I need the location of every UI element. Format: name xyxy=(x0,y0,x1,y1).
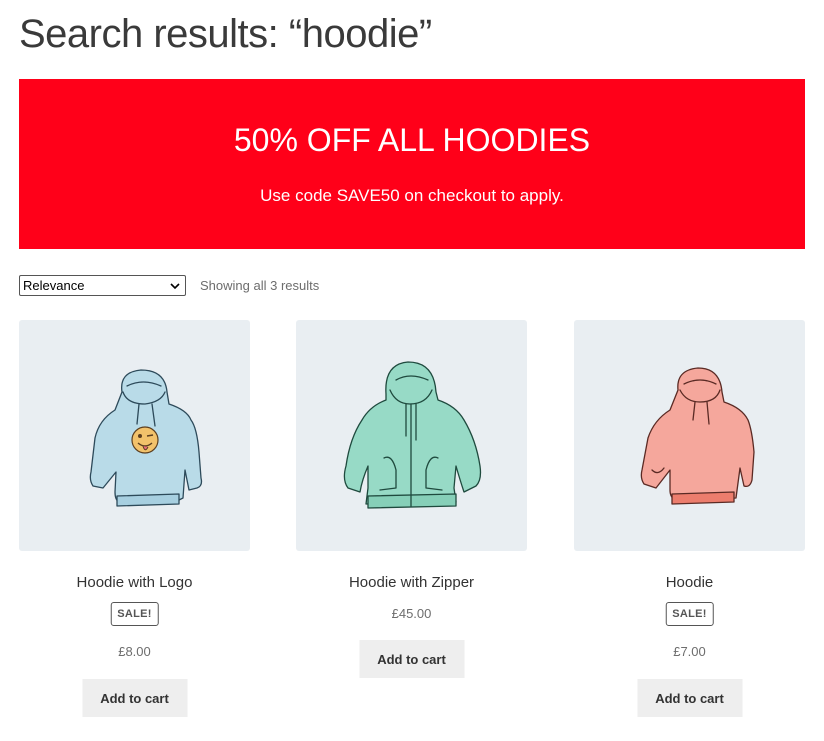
pink-hoodie-image[interactable] xyxy=(574,320,805,551)
promo-text: Use code SAVE50 on checkout to apply. xyxy=(260,186,564,205)
product-card: Hoodie SALE! £7.00 Add to cart xyxy=(574,320,805,717)
add-to-cart-button[interactable]: Add to cart xyxy=(82,679,187,717)
product-price: £8.00 xyxy=(118,644,151,659)
product-price: £45.00 xyxy=(391,606,432,621)
result-count: Showing all 3 results xyxy=(200,278,320,293)
hoodie-with-logo-image[interactable] xyxy=(19,320,250,551)
zip-hoodie-image[interactable] xyxy=(296,320,527,551)
sort-row: Relevance Showing all 3 results xyxy=(19,275,319,296)
product-name[interactable]: Hoodie xyxy=(574,574,805,591)
sale-badge: SALE! xyxy=(110,602,159,626)
product-name[interactable]: Hoodie with Logo xyxy=(19,574,250,591)
add-to-cart-button[interactable]: Add to cart xyxy=(359,640,464,678)
promo-banner: 50% OFF ALL HOODIES Use code SAVE50 on c… xyxy=(19,79,805,249)
sale-badge: SALE! xyxy=(665,602,714,626)
promo-heading: 50% OFF ALL HOODIES xyxy=(233,122,591,158)
product-card: Hoodie with Zipper £45.00 Add to cart xyxy=(296,320,527,678)
product-card: Hoodie with Logo SALE! £8.00 Add to cart xyxy=(19,320,250,717)
sort-select[interactable]: Relevance xyxy=(19,275,186,296)
product-price: £7.00 xyxy=(673,644,706,659)
sort-selected-value: Relevance xyxy=(23,278,85,293)
product-name[interactable]: Hoodie with Zipper xyxy=(296,574,527,591)
add-to-cart-button[interactable]: Add to cart xyxy=(637,679,742,717)
chevron-down-icon xyxy=(170,282,180,289)
page-title: Search results: “hoodie” xyxy=(19,12,432,56)
